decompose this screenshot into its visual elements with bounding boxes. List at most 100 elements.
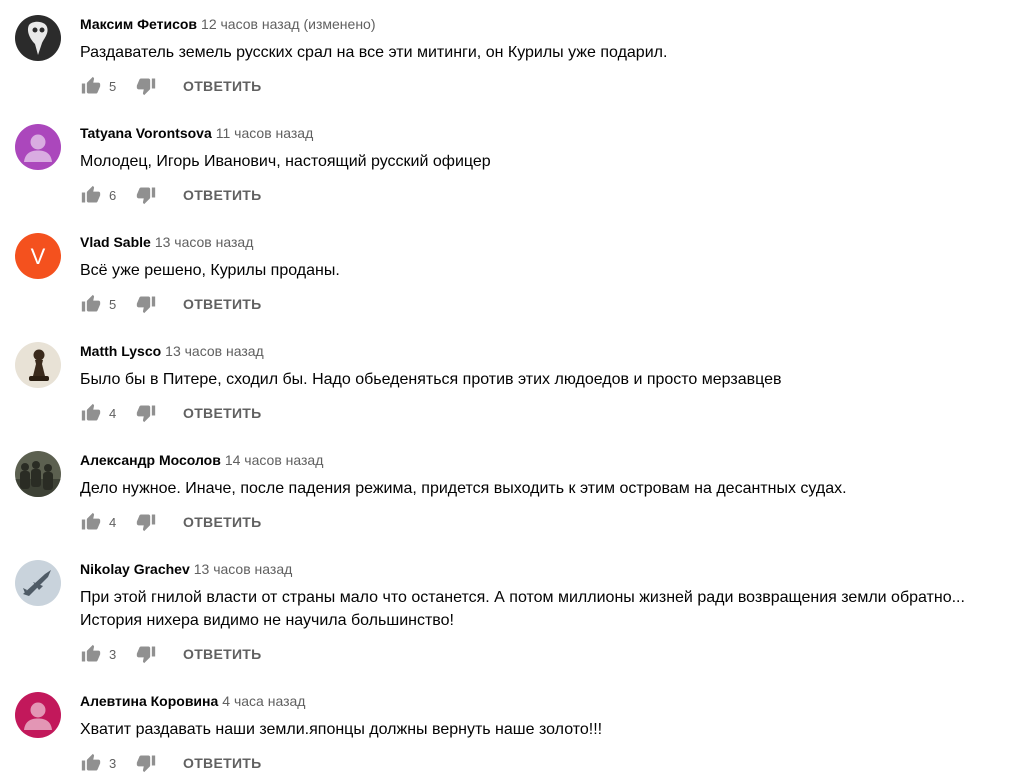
- like-button[interactable]: [80, 511, 102, 533]
- dislike-button[interactable]: [135, 402, 157, 424]
- soldiers-avatar: [15, 451, 61, 497]
- like-count: 6: [109, 187, 117, 203]
- comment-actions: 3 ОТВЕТИТЬ: [80, 751, 262, 773]
- comment-header: Tatyana Vorontsova 11 часов назад: [80, 124, 313, 142]
- dislike-button[interactable]: [135, 75, 157, 97]
- thumb-up-icon: [81, 753, 101, 771]
- comment-timestamp[interactable]: 12 часов назад (изменено): [201, 16, 375, 32]
- dislike-button[interactable]: [135, 511, 157, 533]
- like-button[interactable]: [80, 643, 102, 665]
- dislike-button[interactable]: [135, 184, 157, 206]
- comment-actions: 4 ОТВЕТИТЬ: [80, 510, 262, 534]
- comment-timestamp[interactable]: 13 часов назад: [155, 234, 254, 250]
- thumb-down-icon: [136, 296, 156, 314]
- comment-header: Александр Мосолов 14 часов назад: [80, 451, 323, 469]
- like-button[interactable]: [80, 752, 102, 773]
- thumb-down-icon: [136, 405, 156, 423]
- reply-button[interactable]: ОТВЕТИТЬ: [183, 296, 262, 312]
- avatar[interactable]: V: [15, 233, 61, 279]
- comment-header: Nikolay Grachev 13 часов назад: [80, 560, 292, 578]
- like-count: 5: [109, 78, 117, 94]
- thumb-down-icon: [136, 755, 156, 773]
- fighter-jet-avatar: [15, 560, 61, 606]
- comment-text: Всё уже решено, Курилы проданы.: [80, 259, 1010, 282]
- avatar[interactable]: [15, 342, 61, 388]
- comment-text-line: Всё уже решено, Курилы проданы.: [80, 262, 340, 279]
- comment-text-line: Молодец, Игорь Иванович, настоящий русск…: [80, 153, 491, 170]
- reply-button[interactable]: ОТВЕТИТЬ: [183, 755, 262, 771]
- avatar[interactable]: [15, 692, 61, 738]
- comment-timestamp[interactable]: 11 часов назад: [216, 125, 314, 141]
- comment-text-line: Хватит раздавать наши земли.японцы должн…: [80, 721, 603, 738]
- comment-author[interactable]: Matth Lysco: [80, 343, 161, 359]
- comment-author[interactable]: Tatyana Vorontsova: [80, 125, 212, 141]
- comment-header: Максим Фетисов 12 часов назад (изменено): [80, 15, 376, 33]
- comment-actions: 5 ОТВЕТИТЬ: [80, 292, 262, 316]
- person-icon: [15, 124, 61, 170]
- like-count: 3: [109, 646, 117, 662]
- thumb-down-icon: [136, 646, 156, 664]
- thumb-up-icon: [81, 512, 101, 530]
- comment-text-line: При этой гнилой власти от страны мало чт…: [80, 589, 965, 606]
- like-count: 4: [109, 405, 117, 421]
- comment-author[interactable]: Vlad Sable: [80, 234, 151, 250]
- dislike-button[interactable]: [135, 752, 157, 773]
- plague-mask-avatar: [15, 15, 61, 61]
- like-count: 3: [109, 755, 117, 771]
- comment-actions: 5 ОТВЕТИТЬ: [80, 74, 262, 98]
- like-button[interactable]: [80, 184, 102, 206]
- reply-button[interactable]: ОТВЕТИТЬ: [183, 78, 262, 94]
- comments-section: Максим Фетисов 12 часов назад (изменено) Р…: [0, 0, 1015, 773]
- dislike-button[interactable]: [135, 643, 157, 665]
- like-button[interactable]: [80, 75, 102, 97]
- thumb-down-icon: [136, 514, 156, 532]
- comment-header: Алевтина Коровина 4 часа назад: [80, 692, 305, 710]
- like-button[interactable]: [80, 293, 102, 315]
- comment-text-line: История нихера видимо не научила большин…: [80, 612, 454, 629]
- thumb-up-icon: [81, 294, 101, 312]
- thumb-up-icon: [81, 185, 101, 203]
- like-button[interactable]: [80, 402, 102, 424]
- comment-timestamp[interactable]: 13 часов назад: [194, 561, 293, 577]
- comment-text-line: Дело нужное. Иначе, после падения режима…: [80, 480, 847, 497]
- comment-text: Дело нужное. Иначе, после падения режима…: [80, 477, 1010, 500]
- comment-text: При этой гнилой власти от страны мало чт…: [80, 586, 1010, 632]
- thumb-down-icon: [136, 187, 156, 205]
- reply-button[interactable]: ОТВЕТИТЬ: [183, 514, 262, 530]
- comment-text: Хватит раздавать наши земли.японцы должн…: [80, 718, 1010, 741]
- comment-author[interactable]: Александр Мосолов: [80, 452, 221, 468]
- comment-actions: 4 ОТВЕТИТЬ: [80, 401, 262, 425]
- like-count: 4: [109, 514, 117, 530]
- reply-button[interactable]: ОТВЕТИТЬ: [183, 187, 262, 203]
- comment-timestamp[interactable]: 14 часов назад: [225, 452, 324, 468]
- comment-author[interactable]: Алевтина Коровина: [80, 693, 218, 709]
- chess-pawn-avatar: [15, 342, 61, 388]
- avatar-letter: V: [31, 244, 46, 269]
- avatar[interactable]: [15, 451, 61, 497]
- comment-text-line: Было бы в Питере, сходил бы. Надо обьеде…: [80, 371, 782, 388]
- like-count: 5: [109, 296, 117, 312]
- thumb-up-icon: [81, 403, 101, 421]
- comment-timestamp[interactable]: 4 часа назад: [222, 693, 305, 709]
- thumb-down-icon: [136, 78, 156, 96]
- dislike-button[interactable]: [135, 293, 157, 315]
- thumb-up-icon: [81, 644, 101, 662]
- person-icon: [15, 692, 61, 738]
- thumb-up-icon: [81, 76, 101, 94]
- comment-text: Было бы в Питере, сходил бы. Надо обьеде…: [80, 368, 1010, 391]
- avatar[interactable]: [15, 15, 61, 61]
- comment-author[interactable]: Nikolay Grachev: [80, 561, 190, 577]
- reply-button[interactable]: ОТВЕТИТЬ: [183, 405, 262, 421]
- comment-actions: 3 ОТВЕТИТЬ: [80, 642, 262, 666]
- reply-button[interactable]: ОТВЕТИТЬ: [183, 646, 262, 662]
- comment-timestamp[interactable]: 13 часов назад: [165, 343, 264, 359]
- comment-text: Молодец, Игорь Иванович, настоящий русск…: [80, 150, 1010, 173]
- avatar[interactable]: [15, 124, 61, 170]
- letter-avatar: V: [15, 233, 61, 279]
- comment-header: Vlad Sable 13 часов назад: [80, 233, 253, 251]
- comment-text: Раздаватель земель русских срал на все э…: [80, 41, 1010, 64]
- comment-text-line: Раздаватель земель русских срал на все э…: [80, 44, 668, 61]
- avatar[interactable]: [15, 560, 61, 606]
- comment-author[interactable]: Максим Фетисов: [80, 16, 197, 32]
- comment-actions: 6 ОТВЕТИТЬ: [80, 183, 262, 207]
